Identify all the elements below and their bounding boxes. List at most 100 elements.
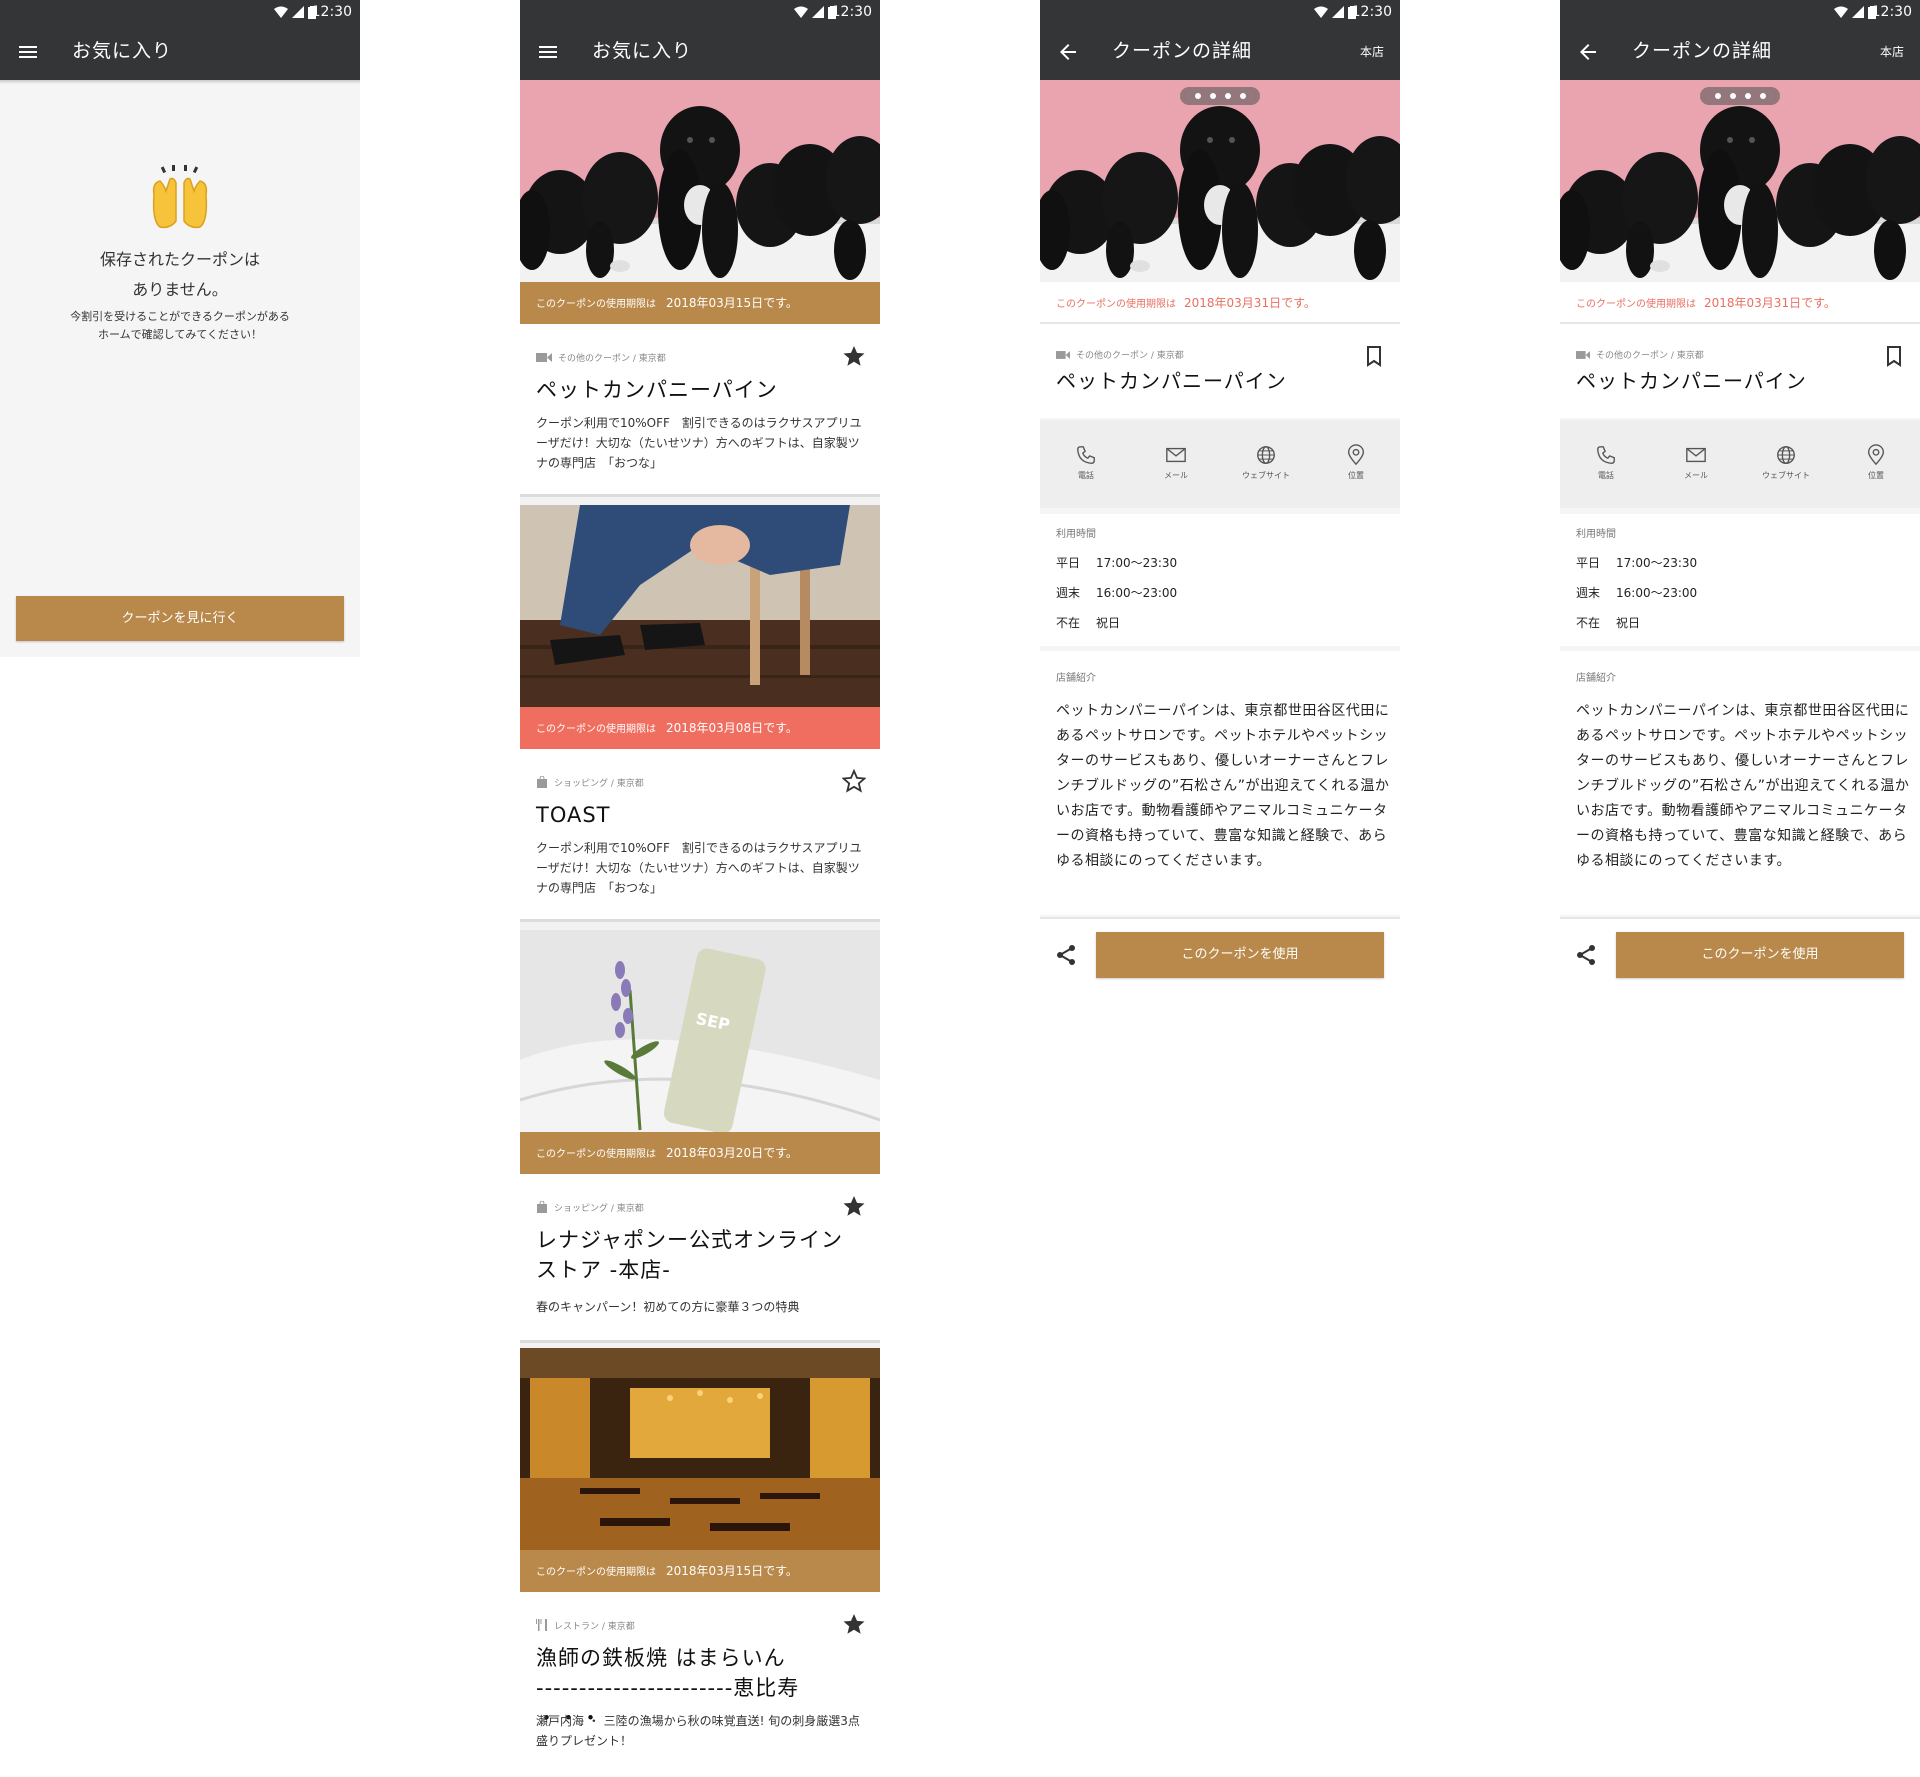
contact-label: ウェブサイト (1242, 471, 1290, 480)
status-icons (274, 5, 316, 19)
shopping-bag-icon (537, 1201, 547, 1213)
video-icon (1056, 350, 1070, 359)
hours-day: 週末 (1056, 586, 1081, 600)
bottom-action-bar: このクーポンを使用 (1560, 917, 1920, 990)
share-icon[interactable] (1054, 943, 1078, 967)
puppies-photo (1560, 80, 1920, 282)
status-bar: 12:30 (520, 0, 880, 24)
website-button[interactable]: ウェブサイト (1756, 444, 1816, 481)
category-label: その他のクーポン / 東京都 (1596, 351, 1704, 361)
status-time: 12:30 (1871, 4, 1912, 20)
back-arrow-icon[interactable] (1056, 40, 1080, 64)
contact-label: メール (1164, 471, 1188, 480)
coupon-name: ペットカンパニーパイン (1056, 369, 1287, 393)
phone-button[interactable]: 電話 (1056, 444, 1116, 481)
coupon-detail-screen: 12:30 クーポンの詳細 本店 このクーポンの使用期限は 2018年03月31日… (1040, 0, 1400, 990)
star-filled-icon[interactable] (842, 1612, 866, 1636)
status-time: 12:30 (1351, 4, 1392, 20)
video-icon (1576, 350, 1590, 359)
hours-row: 不在 祝日 (1056, 614, 1120, 631)
location-button[interactable]: 位置 (1326, 444, 1386, 481)
carousel-indicator[interactable] (1700, 87, 1780, 105)
share-icon[interactable] (1574, 943, 1598, 967)
star-filled-icon[interactable] (842, 1194, 866, 1218)
hours-day: 不在 (1056, 616, 1081, 630)
coupon-card[interactable]: このクーポンの使用期限は 2018年03月15日です。 その他のクーポン / 東京… (520, 80, 880, 497)
app-bar-shadow (0, 80, 360, 84)
mail-button[interactable]: メール (1666, 444, 1726, 481)
hours-row: 平日 17:00～23:30 (1056, 554, 1177, 571)
store-intro: 店舗紹介 ペットカンパニーパインは、東京都世田谷区代田にあるペットサロンです。ペ… (1040, 651, 1400, 915)
use-coupon-button[interactable]: このクーポンを使用 (1616, 932, 1904, 978)
category-label: その他のクーポン / 東京都 (1076, 351, 1184, 361)
store-action[interactable]: 本店 (1360, 43, 1384, 61)
hours-day: 平日 (1056, 556, 1081, 570)
wifi-icon (274, 6, 288, 18)
coupon-name: ペットカンパニーパイン (536, 378, 778, 402)
hours-row: 週末 16:00～23:00 (1576, 584, 1697, 601)
status-time: 12:30 (311, 4, 352, 20)
expiry-banner: このクーポンの使用期限は 2018年03月15日です。 (520, 1550, 880, 1592)
bookmark-icon[interactable] (1362, 344, 1386, 368)
wifi-icon (794, 6, 808, 18)
contact-label: 電話 (1078, 471, 1094, 480)
contact-label: ウェブサイト (1762, 471, 1810, 480)
video-icon (536, 352, 552, 362)
signal-icon (812, 6, 824, 18)
expiry-label: このクーポンの使用期限は (1576, 299, 1696, 310)
intro-text: ペットカンパニーパインは、東京都世田谷区代田にあるペットサロンです。ペットホテル… (1056, 703, 1390, 869)
expiry-label: このクーポンの使用期限は (536, 1567, 656, 1578)
hours-time: 祝日 (1096, 616, 1121, 630)
status-icons (794, 5, 836, 19)
phone-button[interactable]: 電話 (1576, 444, 1636, 481)
hours-day: 週末 (1576, 586, 1601, 600)
coupon-name: レナジャポンー公式オンラインストア -本店- (536, 1228, 843, 1282)
intro-text: ペットカンパニーパインは、東京都世田谷区代田にあるペットサロンです。ペットホテル… (1576, 703, 1910, 869)
carousel-indicator[interactable] (1180, 87, 1260, 105)
coupon-card[interactable]: このクーポンの使用期限は 2018年03月08日です。 ショッピング / 東京都 … (520, 505, 880, 922)
signal-icon (1332, 6, 1344, 18)
signal-icon (292, 6, 304, 18)
back-arrow-icon[interactable] (1576, 40, 1600, 64)
store-action[interactable]: 本店 (1880, 43, 1904, 61)
coupon-header: その他のクーポン / 東京都 ペットカンパニーパイン (1040, 324, 1400, 418)
status-bar: 12:30 (1040, 0, 1400, 24)
expiry-label: このクーポンの使用期限は (536, 299, 656, 310)
intro-label: 店舗紹介 (1056, 673, 1096, 684)
category-label: ショッピング / 東京都 (554, 1203, 644, 1214)
location-button[interactable]: 位置 (1846, 444, 1906, 481)
status-time: 12:30 (831, 4, 872, 20)
contact-label: 位置 (1868, 471, 1884, 480)
business-hours: 利用時間 平日 17:00～23:30 週末 16:00～23:00 不在 祝日 (1560, 514, 1920, 646)
bookmark-icon[interactable] (1882, 344, 1906, 368)
star-outline-icon[interactable] (842, 769, 866, 793)
coupon-card[interactable]: SEP このクーポンの使用期限は 2018年03月20日です。 ショッピング / … (520, 930, 880, 1343)
hours-time: 16:00～23:00 (1616, 586, 1698, 600)
signal-icon (1852, 6, 1864, 18)
use-coupon-button[interactable]: このクーポンを使用 (1096, 932, 1384, 978)
intro-label: 店舗紹介 (1576, 673, 1616, 684)
hours-day: 不在 (1576, 616, 1601, 630)
mail-button[interactable]: メール (1146, 444, 1206, 481)
wifi-icon (1314, 6, 1328, 18)
restaurant-photo (520, 1348, 880, 1550)
page-title: クーポンの詳細 (1112, 40, 1253, 62)
expiry-date: 2018年03月15日です。 (666, 1564, 798, 1578)
menu-icon[interactable] (536, 40, 560, 64)
category-label: その他のクーポン / 東京都 (558, 353, 666, 364)
expiry-date: 2018年03月31日です。 (1704, 296, 1836, 310)
website-button[interactable]: ウェブサイト (1236, 444, 1296, 481)
expiry-banner: このクーポンの使用期限は 2018年03月31日です。 (1560, 282, 1920, 324)
menu-icon[interactable] (16, 40, 40, 64)
expiry-date: 2018年03月20日です。 (666, 1146, 798, 1160)
coupon-card[interactable]: このクーポンの使用期限は 2018年03月15日です。 レストラン / 東京都 漁… (520, 1348, 880, 1777)
globe-icon (1257, 446, 1275, 464)
contact-label: 電話 (1598, 471, 1614, 480)
browse-coupons-button[interactable]: クーポンを見に行く (16, 596, 344, 641)
star-filled-icon[interactable] (842, 344, 866, 368)
coupon-detail-screen: 12:30 クーポンの詳細 本店 このクーポンの使用期限は 2018年03月31日… (1560, 0, 1920, 990)
globe-icon (1777, 446, 1795, 464)
expiry-banner: このクーポンの使用期限は 2018年03月15日です。 (520, 282, 880, 324)
status-bar: 12:30 (1560, 0, 1920, 24)
coupon-description: 春のキャンパーン！初めての方に豪華３つの特典 (536, 1300, 800, 1314)
